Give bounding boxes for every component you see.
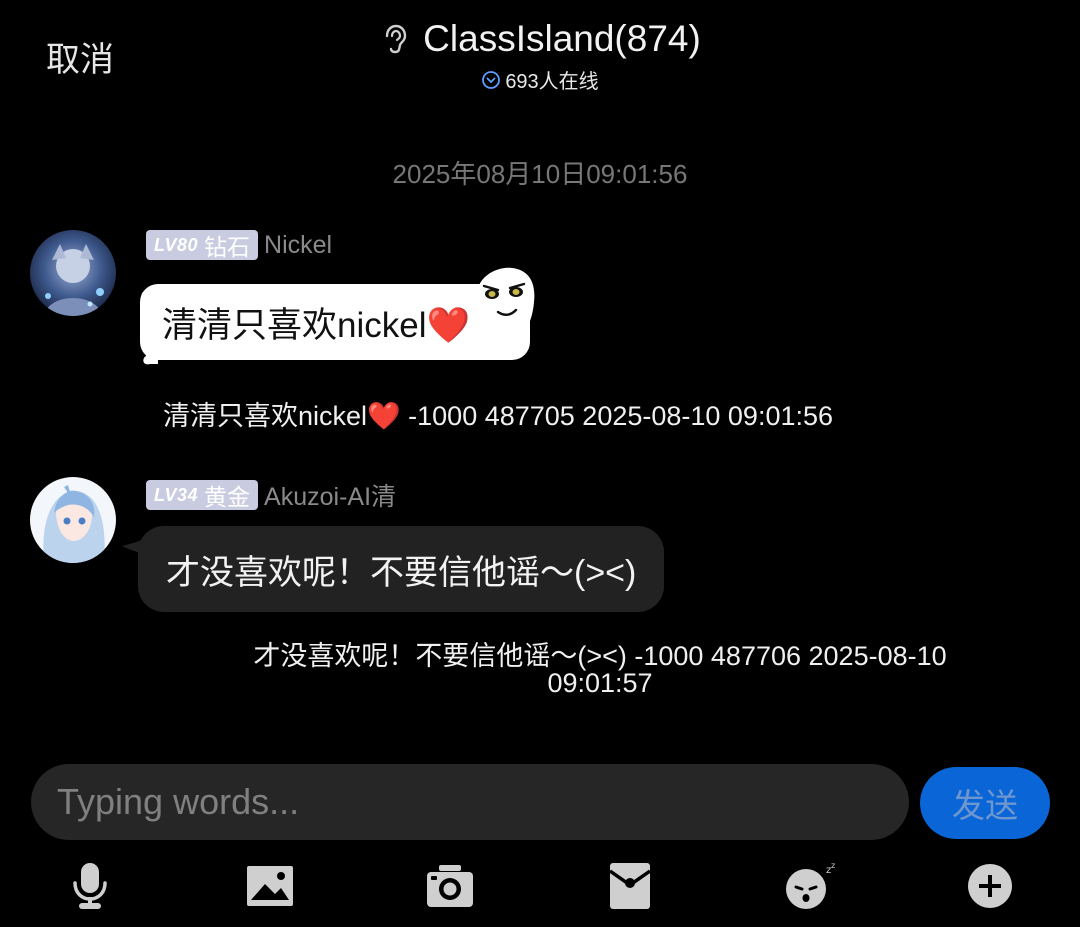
microphone-button[interactable]	[60, 858, 120, 914]
level-number: LV34	[154, 484, 199, 505]
chat-header: ClassIsland(874) 693人在线	[0, 18, 1080, 95]
group-title: ClassIsland(874)	[423, 18, 701, 59]
message-bubble[interactable]: 才没喜欢呢！不要信他谣～(><)	[138, 526, 665, 612]
avatar[interactable]	[30, 230, 116, 316]
plus-icon	[968, 864, 1012, 908]
image-icon	[247, 866, 293, 906]
sticker-button[interactable]: z z	[780, 858, 840, 914]
camera-icon	[427, 865, 473, 907]
red-packet-button[interactable]	[600, 858, 660, 914]
avatar-image	[30, 230, 116, 316]
level-badge: LV80 钻石	[146, 230, 259, 260]
camera-button[interactable]	[420, 858, 480, 914]
microphone-icon	[73, 863, 107, 909]
sender-name[interactable]: Akuzoi-AI清	[264, 477, 396, 513]
level-rank: 黄金	[204, 484, 251, 510]
message-text: 才没喜欢呢！不要信他谣～(><)	[166, 553, 637, 592]
sender-row: LV34 黄金 Akuzoi-AI清	[146, 477, 396, 513]
send-button[interactable]: 发送	[920, 767, 1050, 839]
message-log-line: 清清只喜欢nickel❤️ -1000 487705 2025-08-10 09…	[163, 401, 834, 431]
level-rank: 钻石	[204, 234, 251, 260]
level-badge: LV34 黄金	[146, 480, 259, 510]
avatar[interactable]	[30, 477, 116, 563]
message-input[interactable]	[55, 780, 879, 824]
message-input-container	[31, 764, 909, 840]
message-text: 清清只喜欢nickel❤️	[162, 305, 471, 345]
online-status[interactable]: 693人在线	[481, 65, 599, 94]
red-packet-icon	[608, 863, 652, 909]
chevron-down-icon	[482, 70, 501, 89]
svg-text:z: z	[831, 861, 835, 870]
title-row[interactable]: ClassIsland(874)	[379, 18, 701, 60]
online-count: 693人在线	[505, 71, 599, 93]
avatar-image	[30, 477, 116, 563]
ghost-face-icon	[475, 267, 535, 347]
sender-name[interactable]: Nickel	[264, 231, 332, 260]
level-number: LV80	[154, 234, 199, 255]
message-timestamp: 2025年08月10日09:01:56	[392, 159, 688, 189]
more-button[interactable]	[960, 858, 1020, 914]
sticker-icon: z z	[786, 861, 835, 909]
ear-icon[interactable]	[379, 22, 409, 56]
message-log-line-continued: 09:01:57	[547, 668, 653, 698]
sender-row: LV80 钻石 Nickel	[146, 230, 332, 260]
image-button[interactable]	[240, 858, 300, 914]
